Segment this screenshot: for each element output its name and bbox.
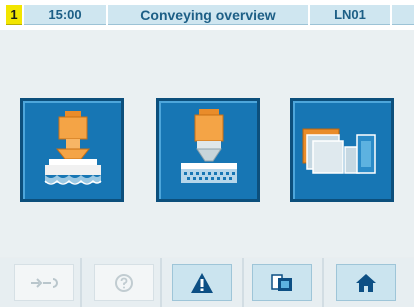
toolbar-divider [322, 258, 324, 307]
toolbar-divider [160, 258, 162, 307]
wrench-icon [31, 277, 58, 288]
header-extra-cell [392, 5, 414, 25]
help-icon [115, 273, 133, 292]
tools-button[interactable] [14, 264, 74, 301]
conveyor-transfer-icon [302, 128, 376, 174]
warning-icon [191, 272, 213, 293]
bottom-toolbar [0, 258, 414, 307]
line-id: LN01 [310, 5, 390, 25]
page-title: Conveying overview [108, 5, 308, 25]
header-bar: 1 15:00 Conveying overview LN01 [0, 0, 414, 30]
help-button[interactable] [94, 264, 154, 301]
press-hydraulic-tile[interactable] [20, 98, 124, 202]
alarms-button[interactable] [172, 264, 232, 301]
press-hydraulic-icon [44, 111, 102, 185]
screen-switch-icon [271, 273, 292, 291]
screen-switch-button[interactable] [252, 264, 312, 301]
conveyor-transfer-tile[interactable] [290, 98, 394, 202]
home-button[interactable] [336, 264, 396, 301]
main-panel [0, 30, 414, 257]
press-tooling-icon [181, 109, 237, 183]
home-icon [356, 273, 376, 292]
clock-time: 15:00 [24, 5, 106, 25]
press-tooling-tile[interactable] [156, 98, 260, 202]
screen-number: 1 [6, 5, 22, 25]
toolbar-divider [242, 258, 244, 307]
toolbar-divider [80, 258, 82, 307]
